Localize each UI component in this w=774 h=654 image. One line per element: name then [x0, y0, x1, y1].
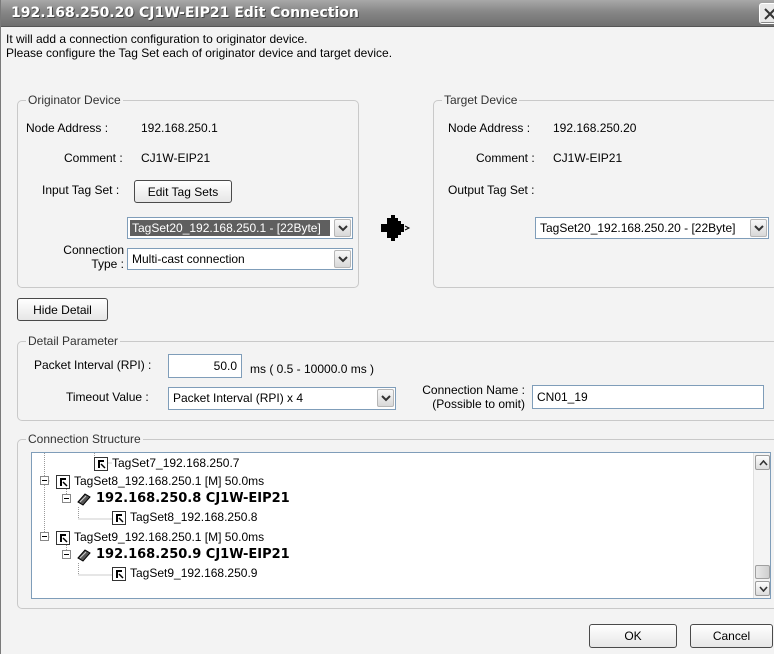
connection-structure-legend: Connection Structure: [26, 432, 143, 446]
tree-row-label: TagSet8_192.168.250.1 [M] 50.0ms: [74, 474, 265, 488]
tag-set-icon: [94, 456, 108, 471]
tag-set-icon: [112, 566, 126, 581]
connection-name-input[interactable]: CN01_19: [532, 385, 764, 409]
tree-expander[interactable]: [40, 476, 49, 485]
target-node-address: 192.168.250.20: [553, 121, 637, 135]
output-tag-set-dropdown-button[interactable]: [750, 219, 767, 237]
edit-tag-sets-button[interactable]: Edit Tag Sets: [134, 180, 232, 203]
timeout-dropdown-button[interactable]: [377, 389, 394, 407]
ok-button[interactable]: OK: [589, 624, 677, 648]
connection-arrow-icon: [381, 215, 411, 241]
output-tag-set-label: Output Tag Set :: [448, 183, 535, 197]
timeout-value: Packet Interval (RPI) x 4: [173, 391, 304, 405]
chevron-down-icon: [754, 225, 764, 232]
tree-row-label: 192.168.250.8 CJ1W-EIP21: [96, 491, 290, 506]
edit-connection-dialog: 192.168.250.20 CJ1W-EIP21 Edit Connectio…: [0, 0, 774, 654]
tree-row-label: TagSet9_192.168.250.9: [130, 566, 258, 580]
connection-name-label-1: Connection Name :: [422, 383, 525, 397]
tree-row-label: TagSet9_192.168.250.1 [M] 50.0ms: [74, 530, 265, 544]
connection-tree[interactable]: TagSet7_192.168.250.7 TagSet8_192.168.25…: [31, 452, 771, 599]
input-tag-set-dropdown-button[interactable]: [334, 219, 351, 237]
window-title: 192.168.250.20 CJ1W-EIP21 Edit Connectio…: [11, 5, 359, 21]
rpi-input[interactable]: 50.0: [168, 354, 242, 378]
close-icon: [764, 8, 774, 20]
chevron-down-icon: [759, 586, 768, 592]
connection-type-label-2: Type :: [91, 257, 124, 271]
tree-row-tagset9-originator[interactable]: TagSet9_192.168.250.1 [M] 50.0ms: [56, 528, 264, 546]
connection-type-label-1: Connection: [63, 243, 124, 257]
target-comment-label: Comment :: [476, 151, 535, 165]
intro-line-1: It will add a connection configuration t…: [6, 32, 308, 46]
timeout-select[interactable]: Packet Interval (RPI) x 4: [168, 387, 396, 410]
tree-row-tagset9-target[interactable]: TagSet9_192.168.250.9: [112, 564, 257, 582]
target-comment: CJ1W-EIP21: [553, 151, 623, 165]
tree-row-tagset8-target[interactable]: TagSet8_192.168.250.8: [112, 508, 257, 526]
connection-type-dropdown-button[interactable]: [334, 250, 351, 268]
close-button[interactable]: [759, 3, 774, 24]
intro-line-2: Please configure the Tag Set each of ori…: [6, 46, 393, 60]
detail-parameter-group: Detail Parameter Packet Interval (RPI) :…: [17, 334, 774, 421]
connection-name-label-2: (Possible to omit): [432, 397, 525, 411]
connection-type-select[interactable]: Multi-cast connection: [127, 248, 353, 270]
target-node-address-label: Node Address :: [448, 121, 531, 135]
chevron-down-icon: [381, 395, 391, 402]
tree-row-label: TagSet8_192.168.250.8: [130, 510, 258, 524]
tree-row-label: 192.168.250.9 CJ1W-EIP21: [96, 547, 290, 562]
tag-set-icon: [112, 510, 126, 525]
tree-row-device-9[interactable]: 192.168.250.9 CJ1W-EIP21: [76, 546, 290, 564]
chevron-up-icon: [759, 460, 768, 466]
rpi-range: ms ( 0.5 - 10000.0 ms ): [250, 362, 375, 376]
chevron-down-icon: [338, 256, 348, 263]
tree-row-tagset8-originator[interactable]: TagSet8_192.168.250.1 [M] 50.0ms: [56, 472, 264, 490]
tree-row-device-8[interactable]: 192.168.250.8 CJ1W-EIP21: [76, 490, 290, 508]
detail-parameter-legend: Detail Parameter: [26, 334, 121, 348]
device-icon: [77, 548, 91, 562]
originator-node-address-label: Node Address :: [26, 121, 109, 135]
tag-set-icon: [56, 530, 70, 545]
tree-expander[interactable]: [62, 494, 71, 503]
rpi-label: Packet Interval (RPI) :: [34, 358, 152, 372]
cancel-button[interactable]: Cancel: [690, 624, 773, 648]
input-tag-set-label: Input Tag Set :: [42, 183, 120, 197]
originator-device-legend: Originator Device: [26, 93, 123, 107]
connection-type-value: Multi-cast connection: [132, 252, 245, 266]
title-bar[interactable]: 192.168.250.20 CJ1W-EIP21 Edit Connectio…: [1, 0, 774, 27]
tree-row-label: TagSet7_192.168.250.7: [112, 456, 240, 470]
input-tag-set-select[interactable]: TagSet20_192.168.250.1 - [22Byte]: [127, 217, 353, 239]
tag-set-icon: [56, 474, 70, 489]
timeout-label: Timeout Value :: [66, 390, 149, 404]
tree-vertical-scrollbar[interactable]: [753, 453, 770, 598]
originator-device-group: Originator Device Node Address : 192.168…: [17, 93, 359, 288]
scroll-down-button[interactable]: [755, 581, 770, 596]
originator-node-address: 192.168.250.1: [141, 121, 218, 135]
target-device-group: Target Device Node Address : 192.168.250…: [433, 93, 774, 288]
tree-expander[interactable]: [62, 550, 71, 559]
chevron-down-icon: [338, 225, 348, 232]
target-device-legend: Target Device: [442, 93, 520, 107]
originator-comment: CJ1W-EIP21: [141, 151, 211, 165]
output-tag-set-select[interactable]: TagSet20_192.168.250.20 - [22Byte]: [535, 217, 769, 239]
input-tag-set-value: TagSet20_192.168.250.1 - [22Byte]: [130, 220, 330, 236]
hide-detail-button[interactable]: Hide Detail: [17, 298, 108, 321]
scroll-up-button[interactable]: [755, 455, 770, 470]
tree-row-tagset7[interactable]: TagSet7_192.168.250.7: [94, 454, 239, 472]
tree-expander[interactable]: [40, 532, 49, 541]
device-icon: [77, 492, 91, 506]
originator-comment-label: Comment :: [64, 151, 123, 165]
output-tag-set-value: TagSet20_192.168.250.20 - [22Byte]: [540, 221, 736, 235]
scroll-thumb[interactable]: [755, 565, 770, 579]
